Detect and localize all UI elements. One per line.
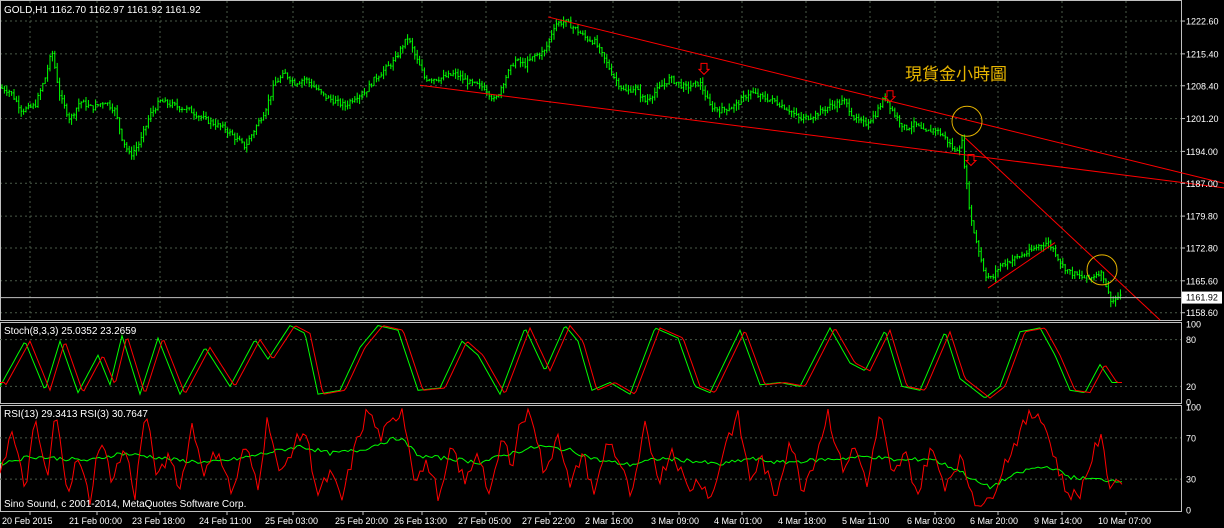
rsi-tick-label: 100 [1186,403,1201,413]
time-tick-label: 9 Mar 14:00 [1034,516,1082,526]
price-tick-label: 1194.00 [1186,147,1218,157]
stochastic-tick-label: 20 [1186,382,1196,392]
rsi-header: RSI(13) 29.3413 RSI(3) 30.7647 [4,409,148,420]
annotation-text: 現貨金小時圖 [905,65,1007,84]
time-tick-label: 21 Feb 00:00 [69,516,122,526]
time-tick-label: 24 Feb 11:00 [199,516,251,526]
time-tick-label: 25 Feb 03:00 [265,516,318,526]
time-tick-label: 6 Mar 03:00 [907,516,955,526]
time-tick-label: 6 Mar 20:00 [970,516,1018,526]
current-price-label: 1161.92 [1186,293,1218,303]
price-tick-label: 1187.00 [1186,179,1218,189]
time-tick-label: 10 Mar 07:00 [1098,516,1151,526]
rsi-tick-label: 30 [1186,475,1196,485]
chart-background [0,0,1224,528]
price-tick-label: 1215.40 [1186,49,1219,59]
stochastic-tick-label: 100 [1186,320,1201,330]
price-tick-label: 1179.80 [1186,212,1218,222]
time-tick-label: 25 Feb 20:00 [335,516,388,526]
time-tick-label: 26 Feb 13:00 [394,516,447,526]
time-tick-label: 27 Feb 05:00 [458,516,511,526]
time-tick-label: 3 Mar 09:00 [651,516,699,526]
time-tick-label: 27 Feb 22:00 [522,516,575,526]
time-tick-label: 20 Feb 2015 [2,516,53,526]
price-tick-label: 1158.60 [1186,308,1218,318]
price-tick-label: 1222.60 [1186,17,1219,27]
copyright-text: Sino Sound, c 2001-2014, MetaQuotes Soft… [4,499,246,510]
time-tick-label: 4 Mar 18:00 [778,516,826,526]
rsi-tick-label: 70 [1186,433,1196,443]
stochastic-tick-label: 80 [1186,335,1196,345]
time-tick-label: 4 Mar 01:00 [714,516,762,526]
time-tick-label: 2 Mar 16:00 [585,516,633,526]
gold-h1-chart[interactable]: GOLD,H1 1162.70 1162.97 1161.92 1161.92 … [0,0,1224,528]
price-tick-label: 1208.40 [1186,81,1219,91]
time-tick-label: 5 Mar 11:00 [842,516,889,526]
time-tick-label: 23 Feb 18:00 [132,516,185,526]
main-header: GOLD,H1 1162.70 1162.97 1161.92 1161.92 [4,5,201,16]
price-tick-label: 1201.20 [1186,114,1219,124]
price-tick-label: 1172.80 [1186,243,1218,253]
price-tick-label: 1165.60 [1186,276,1218,286]
rsi-tick-label: 0 [1186,506,1191,516]
stochastic-header: Stoch(8,3,3) 25.0352 23.2659 [4,326,137,337]
